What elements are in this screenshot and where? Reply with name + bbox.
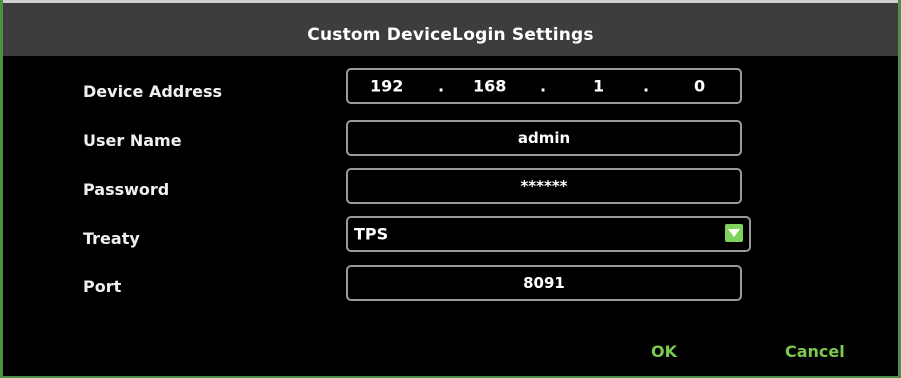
user-name-value: admin bbox=[517, 129, 571, 147]
treaty-label: Treaty bbox=[83, 229, 140, 248]
ip-octet-1[interactable]: 192 bbox=[370, 77, 403, 96]
chevron-down-icon[interactable] bbox=[725, 224, 743, 242]
ip-octet-3[interactable]: 1 bbox=[593, 77, 604, 96]
ok-button[interactable]: OK bbox=[651, 342, 677, 361]
dialog-titlebar: Custom DeviceLogin Settings bbox=[3, 0, 898, 56]
password-field[interactable]: ****** bbox=[346, 168, 742, 204]
ip-separator: . bbox=[643, 76, 650, 96]
port-label: Port bbox=[83, 277, 122, 296]
password-value: ****** bbox=[520, 177, 568, 195]
password-label: Password bbox=[83, 180, 170, 199]
device-address-label: Device Address bbox=[83, 82, 223, 101]
ip-separator: . bbox=[438, 76, 445, 96]
ip-separator: . bbox=[540, 76, 547, 96]
ip-octet-2[interactable]: 168 bbox=[473, 77, 506, 96]
cancel-button[interactable]: Cancel bbox=[785, 342, 845, 361]
user-name-field[interactable]: admin bbox=[346, 120, 742, 156]
treaty-value: TPS bbox=[354, 224, 389, 244]
port-field[interactable]: 8091 bbox=[346, 265, 742, 301]
treaty-select[interactable]: TPS bbox=[346, 216, 751, 252]
device-address-field[interactable]: 192 . 168 . 1 . 0 bbox=[346, 68, 742, 104]
ip-octet-4[interactable]: 0 bbox=[694, 77, 705, 96]
user-name-label: User Name bbox=[83, 131, 182, 150]
login-settings-dialog: Custom DeviceLogin Settings Device Addre… bbox=[0, 0, 901, 378]
dialog-title: Custom DeviceLogin Settings bbox=[307, 25, 594, 45]
port-value: 8091 bbox=[523, 274, 565, 292]
